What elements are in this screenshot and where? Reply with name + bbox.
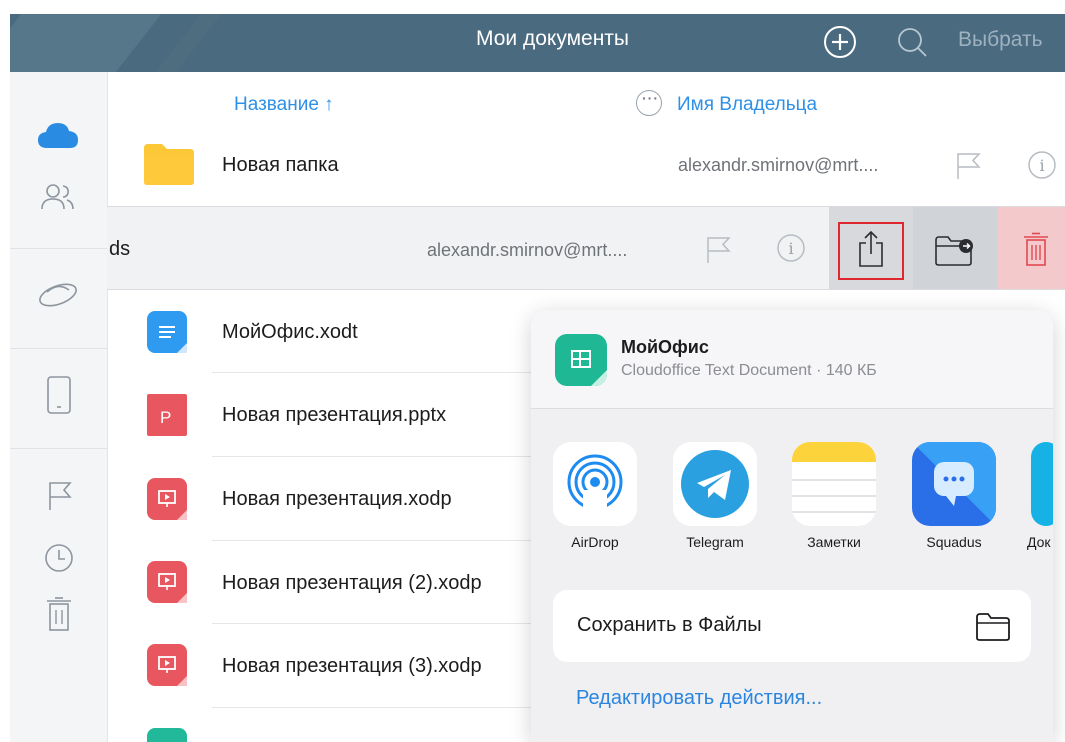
flag-icon[interactable]: [46, 480, 74, 512]
info-icon[interactable]: i: [776, 233, 806, 263]
spreadsheet-icon: [147, 728, 187, 742]
presentation-document-icon: [147, 478, 187, 520]
squadus-icon: [912, 442, 996, 526]
notes-app-button[interactable]: [792, 442, 876, 526]
share-sheet-header: [531, 310, 1053, 409]
presentation-document-icon: [147, 561, 187, 603]
share-sheet: МойОфис Cloudoffice Text Document · 140 …: [531, 310, 1053, 742]
app-label: Док: [1027, 534, 1051, 550]
list-item-name[interactable]: Новая презентация.xodp: [222, 488, 452, 511]
flag-icon[interactable]: [955, 151, 983, 181]
presentation-document-icon: [147, 644, 187, 686]
list-item-name[interactable]: МойОфис.xodt: [222, 321, 358, 344]
sort-by-owner[interactable]: Имя Владельца: [677, 94, 817, 116]
search-icon[interactable]: [895, 25, 929, 59]
flag-icon[interactable]: [705, 235, 733, 265]
squadus-app-button[interactable]: [912, 442, 996, 526]
airdrop-icon: [567, 454, 623, 520]
top-nav-bar: Мои документы Выбрать: [10, 14, 1065, 72]
info-icon[interactable]: i: [1027, 150, 1057, 180]
telegram-icon: [681, 450, 749, 518]
app-label: Заметки: [807, 534, 861, 550]
select-button[interactable]: Выбрать: [958, 28, 1043, 52]
svg-text:i: i: [788, 239, 793, 258]
recent-clock-icon[interactable]: [43, 542, 75, 574]
svg-text:i: i: [1039, 156, 1044, 175]
app-label: Telegram: [686, 534, 744, 550]
shared-file-info: Cloudoffice Text Document · 140 КБ: [621, 362, 877, 379]
list-item-owner: alexandr.smirnov@mrt....: [427, 240, 628, 260]
share-highlight-box: [838, 222, 904, 280]
folder-outline-icon: [976, 613, 1010, 641]
save-to-files-label: Сохранить в Файлы: [577, 614, 762, 636]
list-item-owner: alexandr.smirnov@mrt....: [678, 155, 879, 175]
shared-users-icon[interactable]: [40, 182, 76, 212]
notes-icon: [792, 442, 876, 513]
trash-icon[interactable]: [45, 596, 73, 632]
telegram-app-button[interactable]: [673, 442, 757, 526]
list-item-name[interactable]: Новая папка: [222, 154, 339, 177]
sort-by-name[interactable]: Название ↑: [234, 94, 334, 116]
device-icon[interactable]: [46, 375, 72, 415]
planet-icon[interactable]: [36, 278, 80, 312]
shared-app-name: МойОфис: [621, 337, 709, 357]
add-icon[interactable]: [823, 25, 857, 59]
airdrop-app-button[interactable]: [553, 442, 637, 526]
svg-text:P: P: [160, 408, 171, 427]
screen-frame-left: [0, 0, 10, 742]
sidebar: [10, 72, 108, 742]
list-item-name[interactable]: Новая презентация (2).xodp: [222, 572, 482, 595]
list-item-name[interactable]: Новая презентация (3).xodp: [222, 655, 482, 678]
move-folder-icon[interactable]: [934, 235, 976, 267]
save-to-files-button[interactable]: Сохранить в Файлы: [553, 590, 1031, 662]
list-item-name[interactable]: Новая презентация.pptx: [222, 404, 446, 427]
more-options-icon[interactable]: ···: [636, 90, 662, 116]
screen-frame-top: [0, 0, 1065, 14]
app-label: AirDrop: [571, 534, 619, 550]
edit-actions-link[interactable]: Редактировать действия...: [576, 687, 822, 710]
trash-icon[interactable]: [1022, 231, 1050, 267]
text-document-icon: [147, 311, 187, 353]
list-item-name[interactable]: ds: [109, 238, 130, 261]
folder-icon: [144, 144, 194, 185]
myoffice-doc-icon: [555, 334, 607, 386]
presentation-pptx-icon: P: [147, 394, 187, 436]
cloud-icon[interactable]: [37, 120, 79, 150]
docs-app-button[interactable]: [1031, 442, 1053, 526]
app-label: Squadus: [926, 534, 982, 550]
